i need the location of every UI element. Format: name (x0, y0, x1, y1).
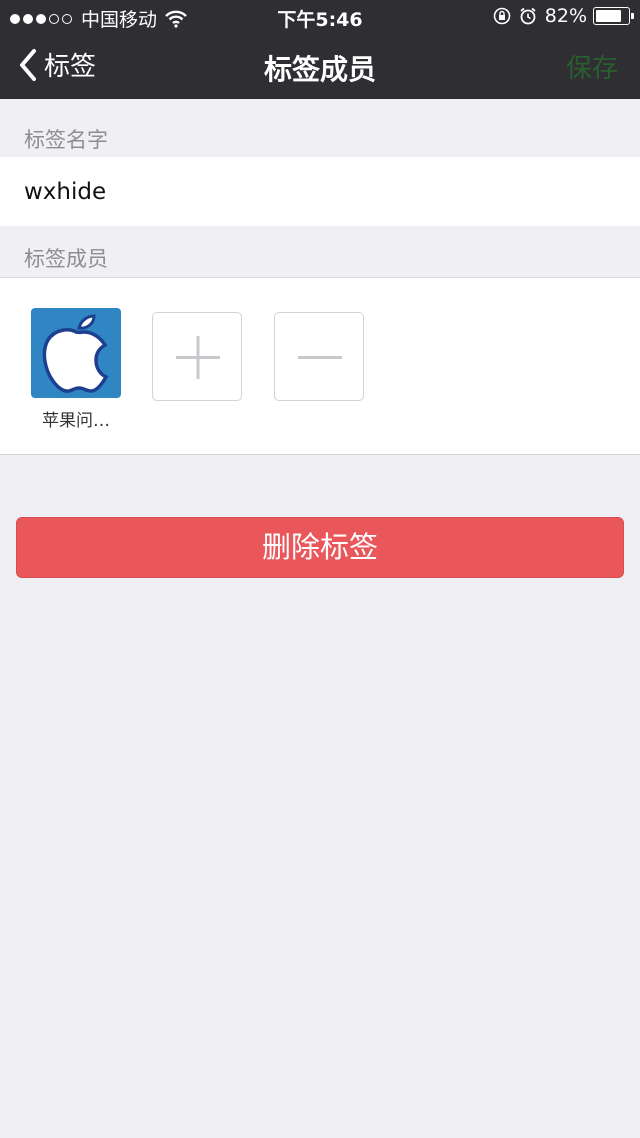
top-bar: 中国移动 下午5:46 82% 标签 标签成员 保存 (0, 0, 640, 99)
member-item[interactable]: 苹果问… (31, 308, 121, 431)
alarm-icon (520, 7, 536, 25)
minus-icon (298, 356, 342, 359)
tag-name-input[interactable] (24, 157, 614, 226)
navigation-bar: 标签 标签成员 保存 (0, 32, 640, 99)
plus-icon (176, 336, 220, 379)
battery-icon (593, 7, 634, 25)
orientation-lock-icon (493, 7, 511, 25)
member-avatar (31, 308, 121, 398)
remove-member-button[interactable] (274, 312, 364, 401)
tag-name-row (0, 157, 640, 226)
add-member-button[interactable] (152, 312, 242, 401)
battery-percent: 82% (544, 5, 587, 27)
members-panel: 苹果问… (0, 277, 640, 455)
battery-fill (596, 10, 621, 22)
member-name: 苹果问… (42, 411, 110, 431)
save-button[interactable]: 保存 (566, 48, 618, 85)
tag-name-section-label: 标签名字 (24, 128, 108, 152)
members-section-label: 标签成员 (24, 247, 108, 271)
status-right: 82% (493, 5, 634, 27)
page-title: 标签成员 (263, 53, 376, 86)
apple-logo-icon (42, 314, 109, 393)
status-bar: 中国移动 下午5:46 82% (0, 0, 640, 32)
delete-tag-button[interactable]: 删除标签 (16, 517, 624, 578)
